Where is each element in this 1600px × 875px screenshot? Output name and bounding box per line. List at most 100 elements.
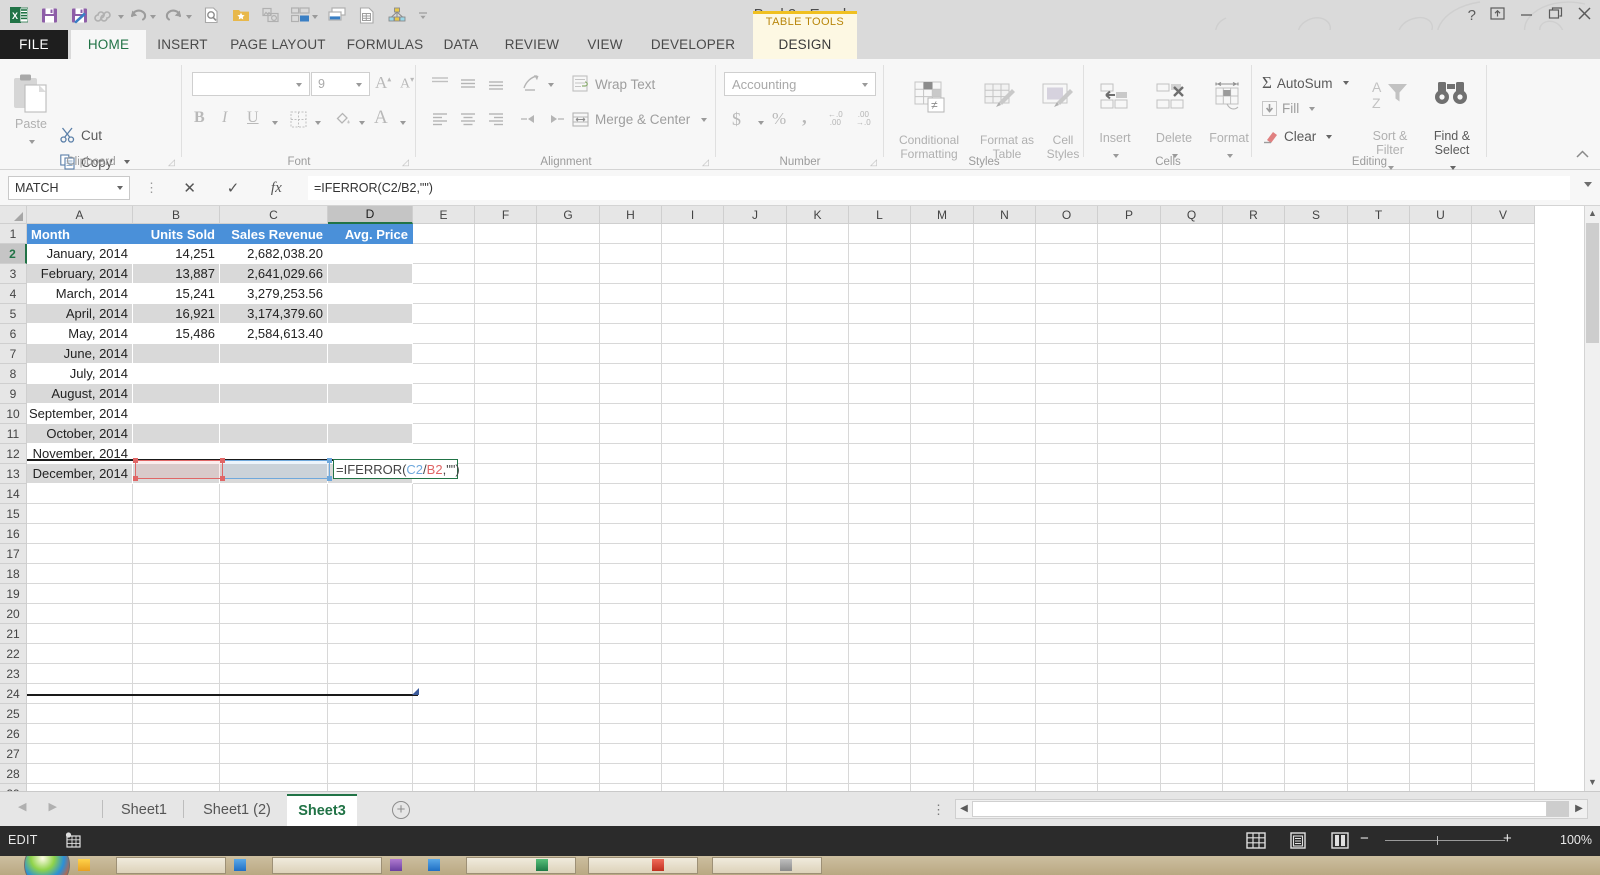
column-header-a[interactable]: A	[27, 206, 133, 224]
cell-D19[interactable]	[328, 584, 413, 604]
cell-C23[interactable]	[220, 664, 328, 684]
cell-F10[interactable]	[475, 404, 537, 424]
cell-E23[interactable]	[413, 664, 475, 684]
cell-Q4[interactable]	[1161, 284, 1223, 304]
cell-S22[interactable]	[1285, 644, 1348, 664]
cell-O7[interactable]	[1036, 344, 1098, 364]
cell-H3[interactable]	[600, 264, 662, 284]
cell-K17[interactable]	[787, 544, 849, 564]
taskbar-pin-5[interactable]	[536, 859, 548, 871]
column-header-c[interactable]: C	[220, 206, 328, 224]
cell-L4[interactable]	[849, 284, 911, 304]
cell-R7[interactable]	[1223, 344, 1285, 364]
number-format-select[interactable]: Accounting	[724, 72, 876, 96]
cell-V23[interactable]	[1472, 664, 1535, 684]
cell-O11[interactable]	[1036, 424, 1098, 444]
font-color-button[interactable]: A	[374, 107, 388, 129]
cell-H9[interactable]	[600, 384, 662, 404]
cell-O1[interactable]	[1036, 224, 1098, 244]
clear-button[interactable]: Clear	[1262, 129, 1333, 144]
cell-N8[interactable]	[974, 364, 1036, 384]
cell-N6[interactable]	[974, 324, 1036, 344]
cell-S21[interactable]	[1285, 624, 1348, 644]
cell-G19[interactable]	[537, 584, 600, 604]
cell-V8[interactable]	[1472, 364, 1535, 384]
cell-V19[interactable]	[1472, 584, 1535, 604]
cell-T13[interactable]	[1348, 464, 1410, 484]
cell-U27[interactable]	[1410, 744, 1472, 764]
cell-M3[interactable]	[911, 264, 974, 284]
cell-S3[interactable]	[1285, 264, 1348, 284]
cell-K19[interactable]	[787, 584, 849, 604]
row-header-17[interactable]: 17	[0, 544, 27, 564]
percent-button[interactable]: %	[772, 109, 786, 129]
cell-D8[interactable]	[328, 364, 413, 384]
cell-P4[interactable]	[1098, 284, 1161, 304]
cell-E29[interactable]	[413, 784, 475, 791]
row-header-7[interactable]: 7	[0, 344, 27, 364]
horizontal-split-handle[interactable]: ⋮	[932, 802, 945, 818]
cell-H2[interactable]	[600, 244, 662, 264]
cell-D18[interactable]	[328, 564, 413, 584]
cell-Q17[interactable]	[1161, 544, 1223, 564]
taskbar-pin-7[interactable]	[780, 859, 792, 871]
cell-R11[interactable]	[1223, 424, 1285, 444]
merge-center-button[interactable]: Merge & Center	[572, 111, 708, 128]
cell-Q24[interactable]	[1161, 684, 1223, 704]
align-bottom-button[interactable]	[486, 75, 506, 96]
cell-O27[interactable]	[1036, 744, 1098, 764]
cell-N7[interactable]	[974, 344, 1036, 364]
cell-A23[interactable]	[27, 664, 133, 684]
cell-A18[interactable]	[27, 564, 133, 584]
row-header-1[interactable]: 1	[0, 224, 27, 244]
cell-U11[interactable]	[1410, 424, 1472, 444]
row-header-4[interactable]: 4	[0, 284, 27, 304]
cell-B21[interactable]	[133, 624, 220, 644]
column-header-t[interactable]: T	[1348, 206, 1410, 224]
cell-I15[interactable]	[662, 504, 724, 524]
cell-K24[interactable]	[787, 684, 849, 704]
cell-E20[interactable]	[413, 604, 475, 624]
cell-G9[interactable]	[537, 384, 600, 404]
cell-M23[interactable]	[911, 664, 974, 684]
cell-F15[interactable]	[475, 504, 537, 524]
cell-L18[interactable]	[849, 564, 911, 584]
column-header-v[interactable]: V	[1472, 206, 1535, 224]
cell-J13[interactable]	[724, 464, 787, 484]
cell-A6[interactable]: May, 2014	[27, 324, 133, 344]
cell-I3[interactable]	[662, 264, 724, 284]
cell-K13[interactable]	[787, 464, 849, 484]
cell-R13[interactable]	[1223, 464, 1285, 484]
cell-H5[interactable]	[600, 304, 662, 324]
cell-S5[interactable]	[1285, 304, 1348, 324]
scroll-down-arrow[interactable]: ▼	[1585, 775, 1600, 791]
cell-G13[interactable]	[537, 464, 600, 484]
cell-D20[interactable]	[328, 604, 413, 624]
cell-U23[interactable]	[1410, 664, 1472, 684]
cell-K5[interactable]	[787, 304, 849, 324]
cell-L2[interactable]	[849, 244, 911, 264]
cell-F27[interactable]	[475, 744, 537, 764]
cell-D15[interactable]	[328, 504, 413, 524]
cell-I10[interactable]	[662, 404, 724, 424]
cell-J6[interactable]	[724, 324, 787, 344]
cell-T28[interactable]	[1348, 764, 1410, 784]
cell-P13[interactable]	[1098, 464, 1161, 484]
cell-R17[interactable]	[1223, 544, 1285, 564]
cell-D5[interactable]	[328, 304, 413, 324]
cell-N15[interactable]	[974, 504, 1036, 524]
cell-B27[interactable]	[133, 744, 220, 764]
normal-view-icon[interactable]	[1246, 832, 1268, 850]
cell-F14[interactable]	[475, 484, 537, 504]
cell-T26[interactable]	[1348, 724, 1410, 744]
cell-O20[interactable]	[1036, 604, 1098, 624]
cell-R15[interactable]	[1223, 504, 1285, 524]
cell-H18[interactable]	[600, 564, 662, 584]
cell-D1[interactable]: Avg. Price	[328, 224, 413, 244]
cell-O10[interactable]	[1036, 404, 1098, 424]
cell-J27[interactable]	[724, 744, 787, 764]
ribbon-display-options-icon[interactable]	[1490, 6, 1505, 24]
cell-E5[interactable]	[413, 304, 475, 324]
cell-D11[interactable]	[328, 424, 413, 444]
cell-H29[interactable]	[600, 784, 662, 791]
